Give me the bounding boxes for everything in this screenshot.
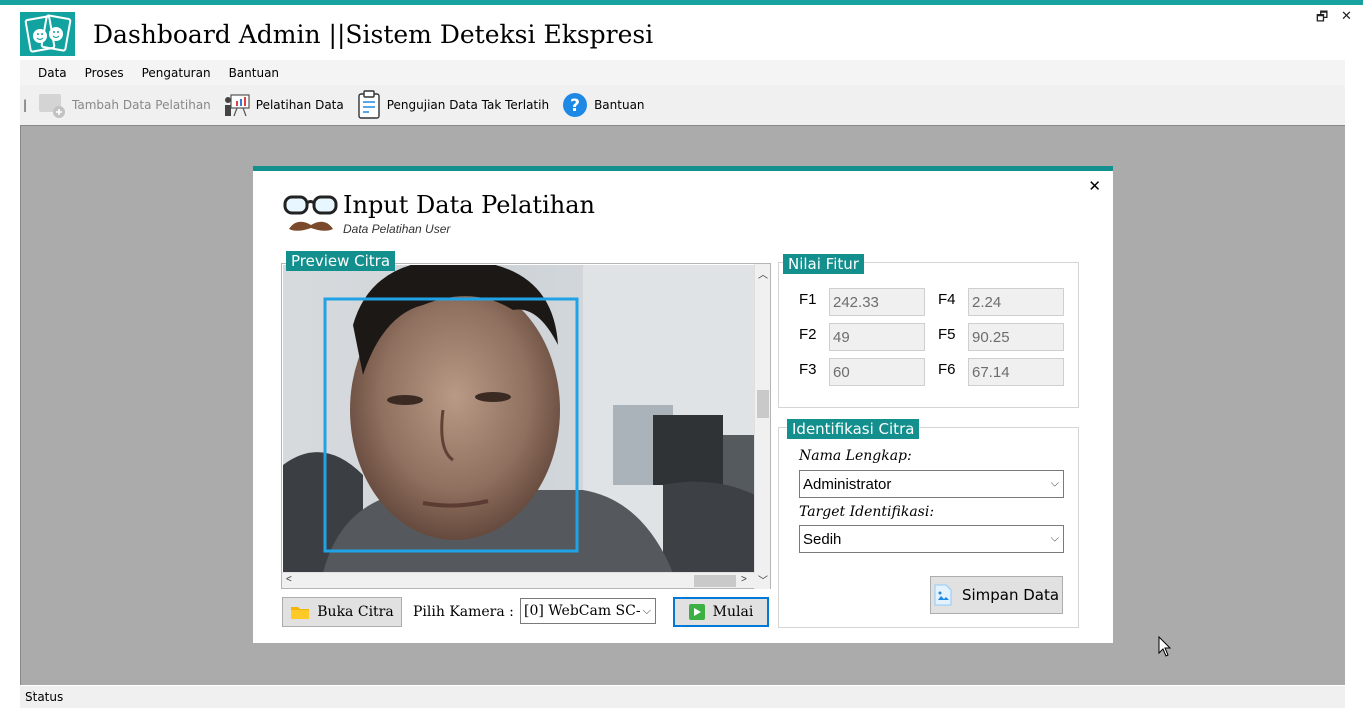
menu-pengaturan[interactable]: Pengaturan (133, 66, 220, 80)
svg-text:?: ? (570, 96, 580, 116)
chevron-down-icon: ⌵ (1050, 532, 1059, 545)
nilai-fitur-label: Nilai Fitur (783, 254, 864, 274)
buka-citra-label: Buka Citra (317, 604, 394, 620)
dialog-subtitle: Data Pelatihan User (343, 222, 451, 236)
close-window-button[interactable]: ✕ (1341, 8, 1352, 24)
bantuan-toolbar-button[interactable]: ? Bantuan (561, 91, 645, 119)
mulai-label: Mulai (712, 604, 754, 620)
f5-label: F5 (938, 326, 956, 343)
mouse-cursor-icon (1158, 636, 1172, 657)
nama-lengkap-value: Administrator (803, 475, 892, 493)
bantuan-toolbar-label: Bantuan (594, 98, 645, 112)
horizontal-scroll-thumb[interactable] (694, 575, 736, 587)
tambah-data-pelatihan-label: Tambah Data Pelatihan (72, 98, 211, 112)
resize-grip-icon[interactable]: ⋰ (25, 690, 1341, 706)
preview-citra-label: Preview Citra (286, 251, 396, 271)
glasses-mustache-icon (283, 195, 338, 231)
clipboard-icon (358, 90, 380, 119)
folder-icon (291, 607, 310, 619)
preview-citra-panel: ︿ ﹀ < > (281, 263, 771, 589)
target-identifikasi-value: Sedih (803, 530, 842, 548)
f4-field[interactable]: 2.24 (968, 288, 1064, 316)
app-window: Dashboard Admin ||Sistem Deteksi Ekspres… (0, 0, 1363, 726)
pelatihan-data-label: Pelatihan Data (255, 98, 344, 112)
pelatihan-data-button[interactable]: Pelatihan Data (223, 92, 344, 118)
target-identifikasi-select[interactable]: Sedih ⌵ (799, 525, 1064, 553)
save-file-icon (934, 584, 952, 606)
f3-label: F3 (799, 361, 817, 378)
identifikasi-citra-label: Identifikasi Citra (787, 419, 920, 439)
camera-select-value: [0] WebCam SC- (524, 603, 641, 619)
window-accent-bar (0, 0, 1363, 5)
f4-label: F4 (938, 291, 956, 308)
dialog-title: Input Data Pelatihan (343, 191, 595, 219)
buka-citra-button[interactable]: Buka Citra (282, 597, 402, 627)
restore-window-button[interactable]: 🗗 (1316, 8, 1328, 30)
f6-label: F6 (938, 361, 956, 378)
dialog-close-button[interactable]: ✕ (1088, 177, 1101, 195)
f2-field[interactable]: 49 (829, 323, 925, 351)
presentation-icon (224, 94, 250, 117)
nilai-fitur-group: F1 242.33 F2 49 F3 60 F4 2.24 F5 90.25 F… (778, 262, 1079, 408)
menu-bantuan[interactable]: Bantuan (220, 66, 288, 80)
menu-proses[interactable]: Proses (76, 66, 133, 80)
pengujian-data-button[interactable]: Pengujian Data Tak Terlatih (356, 90, 549, 120)
vertical-scroll-thumb[interactable] (757, 390, 769, 418)
mulai-button[interactable]: Mulai (673, 597, 769, 627)
input-data-pelatihan-dialog: ✕ Input Data Pelatihan Data Pelatihan Us… (253, 166, 1113, 643)
play-icon (688, 604, 705, 620)
nama-lengkap-label: Nama Lengkap: (799, 448, 912, 464)
camera-select[interactable]: [0] WebCam SC- ⌵ (520, 598, 656, 624)
f6-field[interactable]: 67.14 (968, 358, 1064, 386)
chevron-down-icon: ⌵ (1050, 477, 1059, 490)
app-title: Dashboard Admin ||Sistem Deteksi Ekspres… (93, 20, 654, 49)
target-identifikasi-label: Target Identifikasi: (799, 504, 935, 520)
status-bar: Status ⋰ (20, 686, 1345, 708)
add-image-icon (39, 94, 66, 118)
menu-bar: Data Proses Pengaturan Bantuan (20, 60, 1345, 85)
f1-label: F1 (799, 291, 817, 308)
chevron-down-icon: ⌵ (642, 604, 651, 617)
identifikasi-citra-group: Nama Lengkap: Administrator ⌵ Target Ide… (778, 427, 1079, 628)
nama-lengkap-select[interactable]: Administrator ⌵ (799, 470, 1064, 498)
pengujian-data-label: Pengujian Data Tak Terlatih (386, 98, 550, 112)
f5-field[interactable]: 90.25 (968, 323, 1064, 351)
tambah-data-pelatihan-button[interactable]: Tambah Data Pelatihan (37, 91, 211, 119)
help-icon: ? (563, 93, 588, 117)
simpan-data-button[interactable]: Simpan Data (930, 576, 1063, 614)
toolbar-separator: | (23, 98, 28, 112)
pilih-kamera-label: Pilih Kamera : (413, 604, 514, 620)
toolbar: | Tambah Data Pelatihan Pelatihan Data P… (20, 85, 1345, 125)
f1-field[interactable]: 242.33 (829, 288, 925, 316)
menu-data[interactable]: Data (20, 66, 76, 80)
preview-vertical-scrollbar[interactable]: ︿ ﹀ (754, 264, 770, 589)
simpan-data-label: Simpan Data (961, 586, 1060, 604)
f3-field[interactable]: 60 (829, 358, 925, 386)
camera-preview-image (283, 265, 755, 573)
preview-horizontal-scrollbar[interactable]: < > (282, 572, 755, 588)
f2-label: F2 (799, 326, 817, 343)
app-logo-icon (20, 12, 75, 56)
